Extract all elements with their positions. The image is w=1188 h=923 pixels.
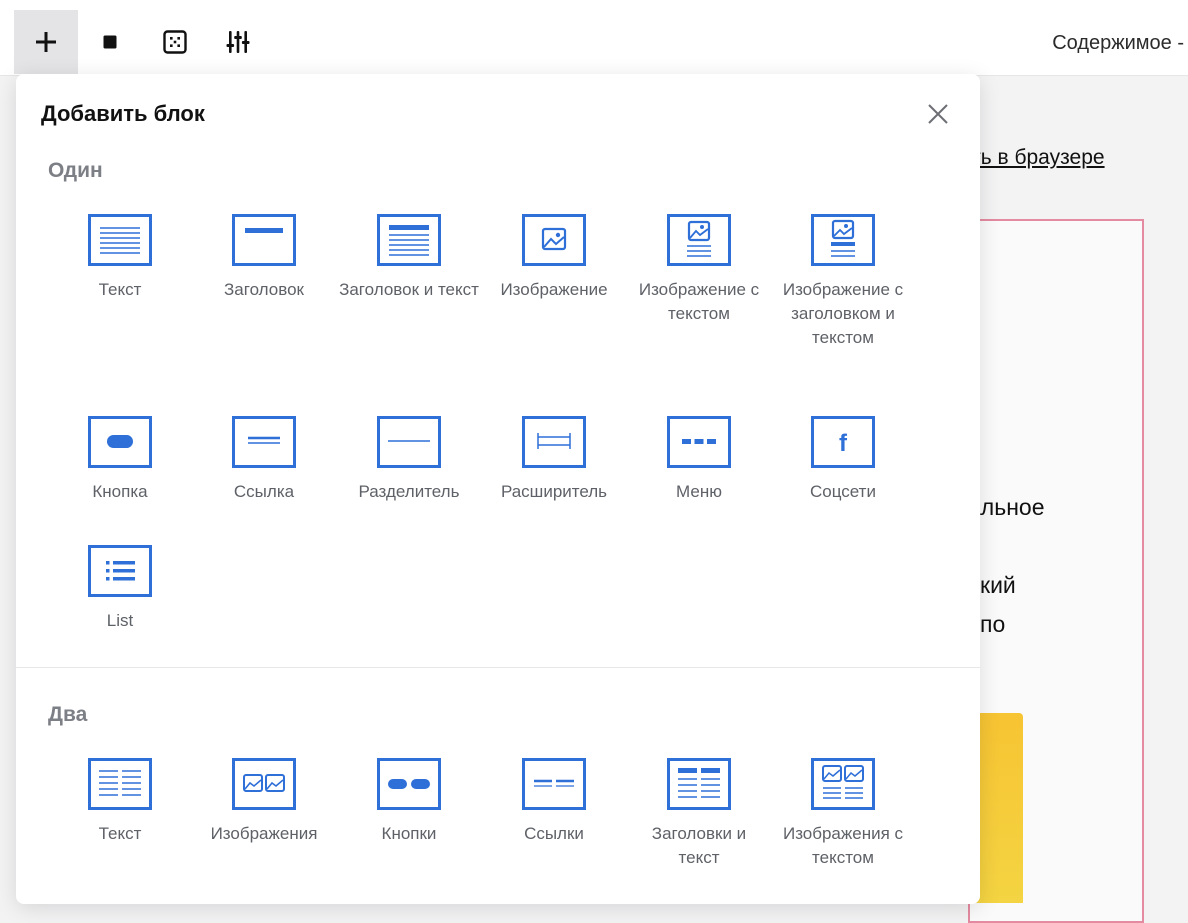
block-image-heading-text[interactable]: Изображение с заголовком и текстом [773, 214, 913, 350]
two-links-icon [522, 758, 586, 810]
section-divider [16, 667, 980, 668]
two-heading-text-icon [667, 758, 731, 810]
heading-icon [232, 214, 296, 266]
block-divider[interactable]: Разделитель [339, 416, 479, 504]
block-text[interactable]: Текст [50, 214, 190, 302]
block-label: Разделитель [358, 482, 460, 501]
block-label: Изображение с заголовком и текстом [782, 280, 904, 347]
social-icon: f [811, 416, 875, 468]
section-title-two: Два [48, 703, 88, 726]
block-label: Изображение с текстом [638, 280, 760, 323]
section-title-one: Один [48, 159, 103, 182]
text-icon [88, 214, 152, 266]
block-two-links[interactable]: Ссылки [484, 758, 624, 846]
block-button[interactable] [78, 10, 142, 74]
two-images-text-icon [811, 758, 875, 810]
block-image-text[interactable]: Изображение с текстом [629, 214, 769, 326]
block-spacer[interactable]: Расширитель [484, 416, 624, 504]
block-label: Расширитель [500, 482, 608, 501]
block-label: Кнопки [381, 824, 437, 843]
sliders-icon [226, 31, 250, 53]
dialog-title: Добавить блок [41, 101, 205, 126]
block-heading[interactable]: Заголовок [194, 214, 334, 302]
plus-icon [36, 32, 56, 52]
doc-text-line: кий [980, 572, 1016, 598]
block-two-images-text[interactable]: Изображения с текстом [773, 758, 913, 870]
image-text-icon [667, 214, 731, 266]
block-two-heading-text[interactable]: Заголовки и текст [629, 758, 769, 870]
layout-button[interactable] [143, 10, 207, 74]
block-social[interactable]: f Соцсети [773, 416, 913, 504]
add-block-button[interactable] [14, 10, 78, 74]
block-image[interactable]: Изображение [484, 214, 624, 302]
block-label: Изображения с текстом [782, 824, 904, 867]
block-two-buttons[interactable]: Кнопки [339, 758, 479, 846]
block-label: Изображение [500, 280, 608, 299]
block-label: Изображения [210, 824, 318, 843]
block-two-text[interactable]: Текст [50, 758, 190, 846]
block-label: Соцсети [810, 482, 876, 501]
block-button[interactable]: Кнопка [50, 416, 190, 504]
square-icon [103, 35, 117, 49]
add-block-dialog: Добавить блок Один Текст Заголовок Загол… [16, 74, 980, 904]
block-label: Меню [676, 482, 722, 501]
grid-icon [163, 30, 187, 54]
block-label: Текст [98, 824, 142, 843]
menu-icon [667, 416, 731, 468]
top-toolbar: Содержимое - [0, 0, 1188, 76]
link-icon [232, 416, 296, 468]
block-heading-text[interactable]: Заголовок и текст [339, 214, 479, 302]
block-label: Заголовок [224, 280, 304, 299]
spacer-icon [522, 416, 586, 468]
two-buttons-icon [377, 758, 441, 810]
block-label: Ссылка [233, 482, 295, 501]
button-icon [88, 416, 152, 468]
image-icon [522, 214, 586, 266]
block-label: Ссылки [524, 824, 584, 843]
block-label: Текст [98, 280, 142, 299]
two-text-icon [88, 758, 152, 810]
list-icon [88, 545, 152, 597]
image-heading-text-icon [811, 214, 875, 266]
block-label: List [106, 611, 134, 630]
block-link[interactable]: Ссылка [194, 416, 334, 504]
block-list[interactable]: List [50, 545, 190, 633]
divider-icon [377, 416, 441, 468]
close-icon[interactable] [926, 102, 950, 126]
content-dropdown[interactable]: Содержимое - [1052, 32, 1184, 55]
block-label: Кнопка [92, 482, 148, 501]
two-images-icon [232, 758, 296, 810]
doc-text-line: по [980, 611, 1006, 637]
block-label: Заголовок и текст [339, 280, 479, 299]
svg-text:f: f [839, 430, 848, 457]
block-menu[interactable]: Меню [629, 416, 769, 504]
heading-text-icon [377, 214, 441, 266]
block-two-images[interactable]: Изображения [194, 758, 334, 846]
settings-button[interactable] [206, 10, 270, 74]
block-label: Заголовки и текст [651, 824, 747, 867]
